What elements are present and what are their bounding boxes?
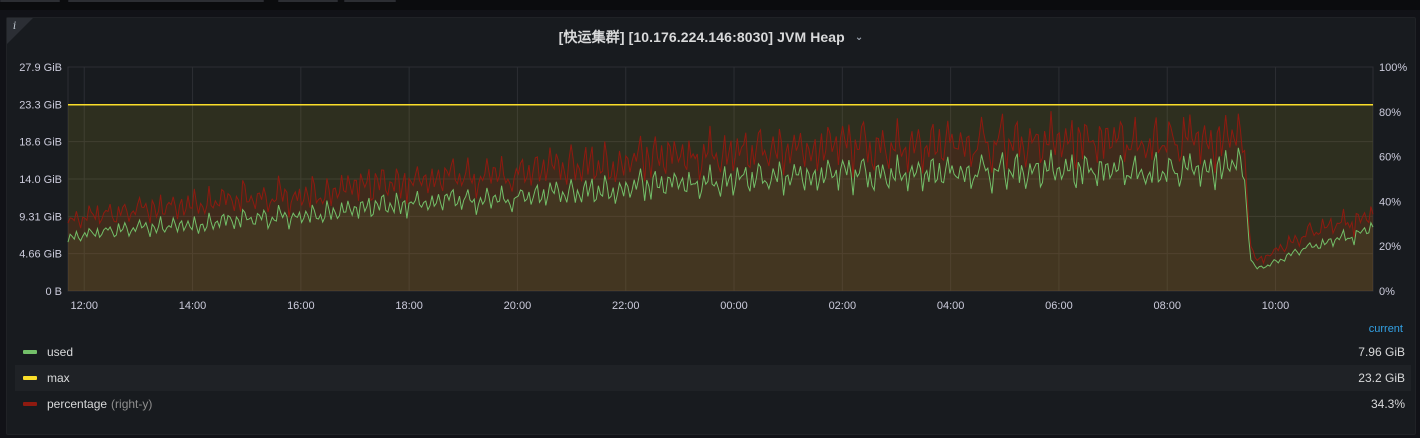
legend-swatch — [23, 376, 37, 380]
legend-current-value: 34.3% — [1370, 397, 1405, 411]
y-right-tick-label: 60% — [1379, 152, 1401, 164]
legend-series-name[interactable]: used — [47, 345, 73, 359]
x-tick-label: 04:00 — [937, 300, 965, 312]
y-left-tick-label: 23.3 GiB — [19, 99, 62, 111]
toolbar-segment[interactable] — [68, 0, 264, 2]
x-tick-label: 14:00 — [179, 300, 207, 312]
x-tick-label: 18:00 — [395, 300, 423, 312]
y-right-tick-label: 0% — [1379, 286, 1395, 298]
x-tick-label: 16:00 — [287, 300, 315, 312]
legend-swatch — [23, 350, 37, 354]
y-right-tick-label: 80% — [1379, 107, 1401, 119]
x-tick-label: 06:00 — [1045, 300, 1073, 312]
y-left-tick-label: 18.6 GiB — [19, 137, 62, 149]
y-left-tick-label: 14.0 GiB — [19, 174, 62, 186]
y-left-tick-label: 4.66 GiB — [19, 249, 62, 261]
legend-swatch — [23, 402, 37, 406]
legend-row-max[interactable]: max 23.2 GiB — [15, 365, 1411, 391]
x-tick-label: 10:00 — [1262, 300, 1290, 312]
legend-axis-note: (right-y) — [111, 397, 153, 411]
y-left-tick-label: 0 B — [45, 286, 62, 298]
x-tick-label: 02:00 — [829, 300, 857, 312]
top-toolbar-strip — [0, 0, 1420, 10]
y-left-tick-label: 9.31 GiB — [19, 211, 62, 223]
legend-current-value: 23.2 GiB — [1358, 371, 1405, 385]
legend-row-used[interactable]: used 7.96 GiB — [15, 339, 1411, 365]
x-tick-label: 20:00 — [504, 300, 532, 312]
x-tick-label: 08:00 — [1153, 300, 1181, 312]
legend-series-name[interactable]: max — [47, 371, 70, 385]
x-tick-label: 22:00 — [612, 300, 640, 312]
legend-current-value: 7.96 GiB — [1358, 345, 1405, 359]
x-tick-label: 12:00 — [70, 300, 98, 312]
toolbar-segment[interactable] — [0, 0, 60, 2]
legend-row-percentage[interactable]: percentage (right-y) 34.3% — [15, 391, 1411, 417]
toolbar-segment[interactable] — [278, 0, 338, 2]
y-left-tick-label: 27.9 GiB — [19, 62, 62, 74]
legend-series-name[interactable]: percentage — [47, 397, 107, 411]
y-right-tick-label: 40% — [1379, 196, 1401, 208]
graph-panel: i [快运集群] [10.176.224.146:8030] JVM Heap … — [6, 17, 1416, 435]
y-right-tick-label: 100% — [1379, 62, 1407, 74]
legend-header-current[interactable]: current — [1369, 323, 1403, 335]
toolbar-segment[interactable] — [344, 0, 396, 2]
time-series-chart[interactable]: 0 B 4.66 GiB 9.31 GiB 14.0 GiB 18.6 GiB 23.3 … — [7, 18, 1415, 318]
x-tick-label: 00:00 — [720, 300, 748, 312]
y-right-tick-label: 20% — [1379, 241, 1401, 253]
